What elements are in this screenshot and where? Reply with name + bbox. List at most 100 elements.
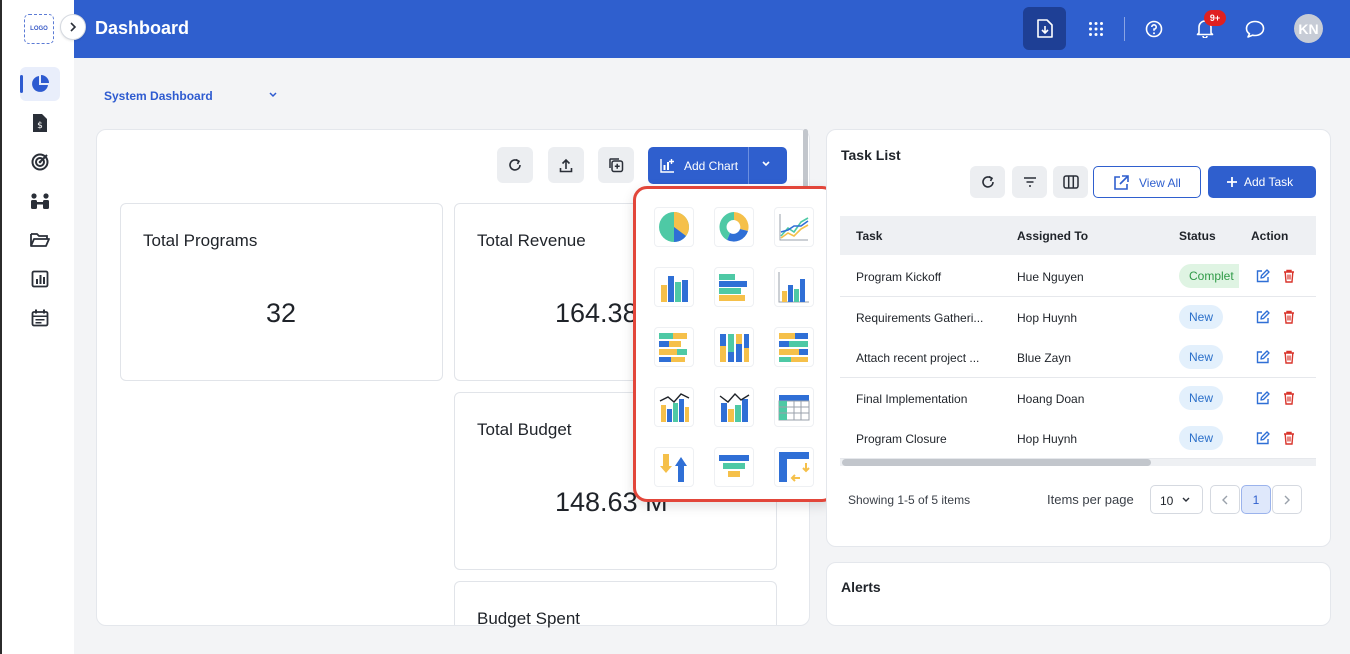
chat-icon: [1245, 20, 1264, 38]
duplicate-button[interactable]: [598, 147, 634, 183]
chart-option-column[interactable]: [654, 267, 694, 307]
delete-icon[interactable]: [1283, 350, 1295, 369]
dashboard-select[interactable]: System Dashboard: [104, 89, 213, 103]
edit-icon[interactable]: [1256, 350, 1270, 369]
status-badge: New: [1179, 426, 1224, 450]
chevron-down-icon[interactable]: [268, 91, 278, 99]
alerts-title: Alerts: [841, 579, 881, 595]
user-avatar[interactable]: KN: [1294, 14, 1323, 43]
task-table-header: Task Assigned To Status Action: [840, 216, 1316, 255]
pie-chart-icon: [32, 75, 49, 92]
bar-chart-icon: [719, 274, 747, 301]
table-row[interactable]: Program Closure Hop Huynh New: [840, 418, 1316, 459]
add-task-label: Add Task: [1244, 175, 1294, 189]
import-button[interactable]: [1023, 7, 1066, 50]
pagination-summary: Showing 1-5 of 5 items: [848, 493, 971, 507]
external-link-icon: [1114, 175, 1129, 190]
chart-option-donut[interactable]: [714, 207, 754, 247]
chart-option-table[interactable]: [774, 387, 814, 427]
sidebar-item-goals[interactable]: [20, 145, 60, 179]
status-badge: Complet: [1179, 264, 1239, 288]
prev-page-button[interactable]: [1210, 485, 1240, 514]
chart-option-pie[interactable]: [654, 207, 694, 247]
refresh-button[interactable]: [497, 147, 533, 183]
chat-button[interactable]: [1233, 7, 1276, 50]
table-row[interactable]: Attach recent project ... Blue Zayn New: [840, 337, 1316, 378]
invoice-dollar-icon: $: [33, 114, 47, 132]
waterfall-chart-icon: [660, 454, 687, 482]
task-name[interactable]: Requirements Gatheri...: [856, 311, 983, 325]
chevron-right-icon: [70, 22, 77, 32]
apps-button[interactable]: [1074, 7, 1117, 50]
chart-option-stacked-bar-100[interactable]: [774, 327, 814, 367]
column-header-task[interactable]: Task: [856, 229, 882, 243]
card-budget-spent[interactable]: Budget Spent: [454, 581, 777, 628]
chart-option-line[interactable]: [774, 207, 814, 247]
add-chart-button[interactable]: Add Chart: [648, 147, 787, 184]
card-title: Total Programs: [143, 231, 258, 250]
stacked-column-chart-icon: [720, 334, 749, 362]
task-name[interactable]: Attach recent project ...: [856, 351, 979, 365]
sidebar-item-finance[interactable]: $: [20, 106, 60, 140]
delete-icon[interactable]: [1283, 310, 1295, 329]
sidebar-item-team[interactable]: [20, 184, 60, 218]
chevron-down-icon[interactable]: [760, 159, 772, 169]
help-button[interactable]: [1132, 7, 1175, 50]
chart-option-pivot[interactable]: [774, 447, 814, 487]
column-chart-icon: [661, 276, 688, 302]
upload-button[interactable]: [548, 147, 584, 183]
items-per-page-select[interactable]: 10: [1150, 485, 1203, 514]
sidebar-item-files[interactable]: [20, 223, 60, 257]
split-divider: [748, 147, 749, 184]
edit-icon[interactable]: [1256, 309, 1270, 329]
chart-add-icon: [660, 159, 674, 173]
task-refresh-button[interactable]: [970, 166, 1005, 198]
delete-icon[interactable]: [1283, 431, 1295, 450]
table-row[interactable]: Program Kickoff Hue Nguyen Complet: [840, 256, 1316, 297]
edit-icon[interactable]: [1256, 390, 1270, 410]
svg-text:$: $: [37, 121, 43, 131]
sidebar-item-reports[interactable]: [20, 262, 60, 296]
table-row[interactable]: Final Implementation Hoang Doan New: [840, 377, 1316, 419]
chart-option-combo[interactable]: [654, 387, 694, 427]
sidebar-item-dashboard[interactable]: [20, 67, 60, 101]
delete-icon[interactable]: [1283, 269, 1295, 288]
task-columns-button[interactable]: [1053, 166, 1088, 198]
chevron-left-icon: [1222, 495, 1228, 504]
line-chart-icon: [779, 214, 809, 241]
chart-option-waterfall[interactable]: [654, 447, 694, 487]
table-row[interactable]: Requirements Gatheri... Hop Huynh New: [840, 296, 1316, 338]
task-name[interactable]: Program Kickoff: [856, 270, 941, 284]
chart-option-grouped-column[interactable]: [774, 267, 814, 307]
plus-icon: [1227, 177, 1237, 187]
edit-icon[interactable]: [1256, 269, 1270, 288]
chart-option-bar[interactable]: [714, 267, 754, 307]
task-name[interactable]: Final Implementation: [856, 392, 967, 406]
task-assignee: Hoang Doan: [1017, 391, 1085, 406]
chart-option-stacked-bar[interactable]: [654, 327, 694, 367]
chart-option-funnel[interactable]: [714, 447, 754, 487]
delete-icon[interactable]: [1283, 391, 1295, 410]
calendar-icon: [31, 309, 49, 327]
edit-icon[interactable]: [1256, 431, 1270, 450]
add-task-button[interactable]: Add Task: [1208, 166, 1316, 198]
chart-option-combo-line[interactable]: [714, 387, 754, 427]
task-filter-button[interactable]: [1012, 166, 1047, 198]
sidebar-item-calendar[interactable]: [20, 301, 60, 335]
column-header-status[interactable]: Status: [1179, 229, 1216, 243]
sidebar-collapse-button[interactable]: [60, 14, 86, 40]
next-page-button[interactable]: [1272, 485, 1302, 514]
chart-option-stacked-column[interactable]: [714, 327, 754, 367]
view-all-button[interactable]: View All: [1093, 166, 1201, 198]
combo-line-chart-icon: [719, 392, 750, 422]
combo-chart-icon: [659, 393, 690, 422]
card-total-programs[interactable]: Total Programs 32: [120, 203, 443, 381]
page-button-current[interactable]: 1: [1241, 485, 1271, 514]
table-chart-icon: [778, 395, 810, 421]
column-header-assigned[interactable]: Assigned To: [1017, 229, 1088, 243]
task-name[interactable]: Program Closure: [856, 432, 947, 446]
logo[interactable]: LOGO: [24, 14, 54, 44]
status-badge: New: [1179, 304, 1224, 329]
table-horizontal-scrollbar[interactable]: [842, 459, 1151, 466]
donut-chart-icon: [719, 212, 749, 242]
